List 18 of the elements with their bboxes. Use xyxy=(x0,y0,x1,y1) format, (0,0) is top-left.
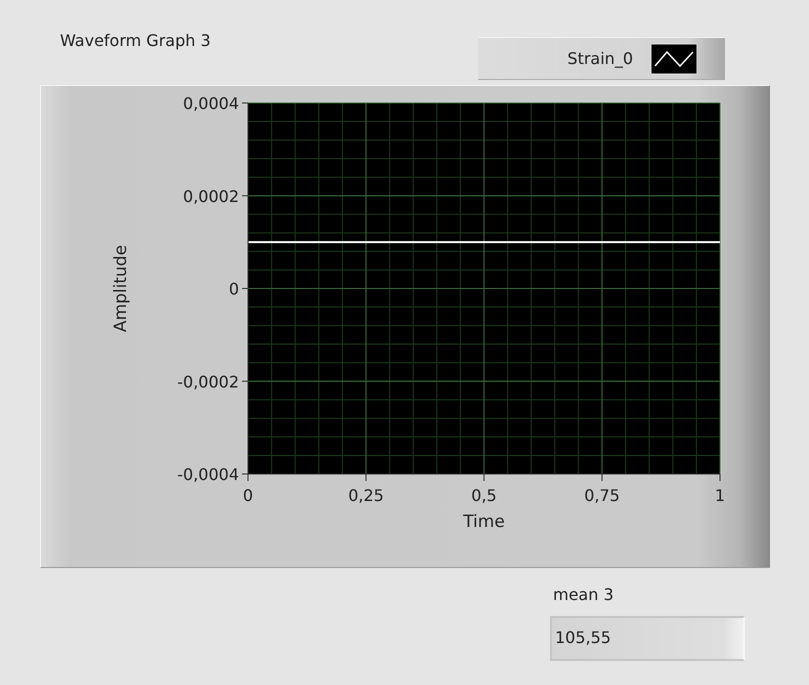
y-axis-title: Amplitude xyxy=(111,244,131,332)
indicator-label: mean 3 xyxy=(553,585,614,604)
x-tick-label: 0,25 xyxy=(348,486,384,505)
numeric-indicator: 105,55 xyxy=(550,616,745,661)
x-tick-label: 0 xyxy=(242,486,254,505)
line-style-icon xyxy=(651,44,697,74)
x-axis-title: Time xyxy=(463,512,505,532)
y-tick-label: -0,0004 xyxy=(177,465,239,484)
y-tick-label: 0 xyxy=(228,280,239,298)
y-tick-label: 0,0002 xyxy=(183,186,239,206)
legend-label: Strain_0 xyxy=(567,49,633,68)
plot-legend[interactable]: Strain_0 xyxy=(478,37,725,80)
x-tick-label: 1 xyxy=(714,486,726,505)
x-tick-label: 0,5 xyxy=(471,486,497,505)
y-tick-label: -0,0002 xyxy=(177,372,239,392)
graph-title: Waveform Graph 3 xyxy=(60,31,211,50)
y-tick-label: 0,0004 xyxy=(183,94,239,113)
x-tick-label: 0,75 xyxy=(584,486,620,505)
